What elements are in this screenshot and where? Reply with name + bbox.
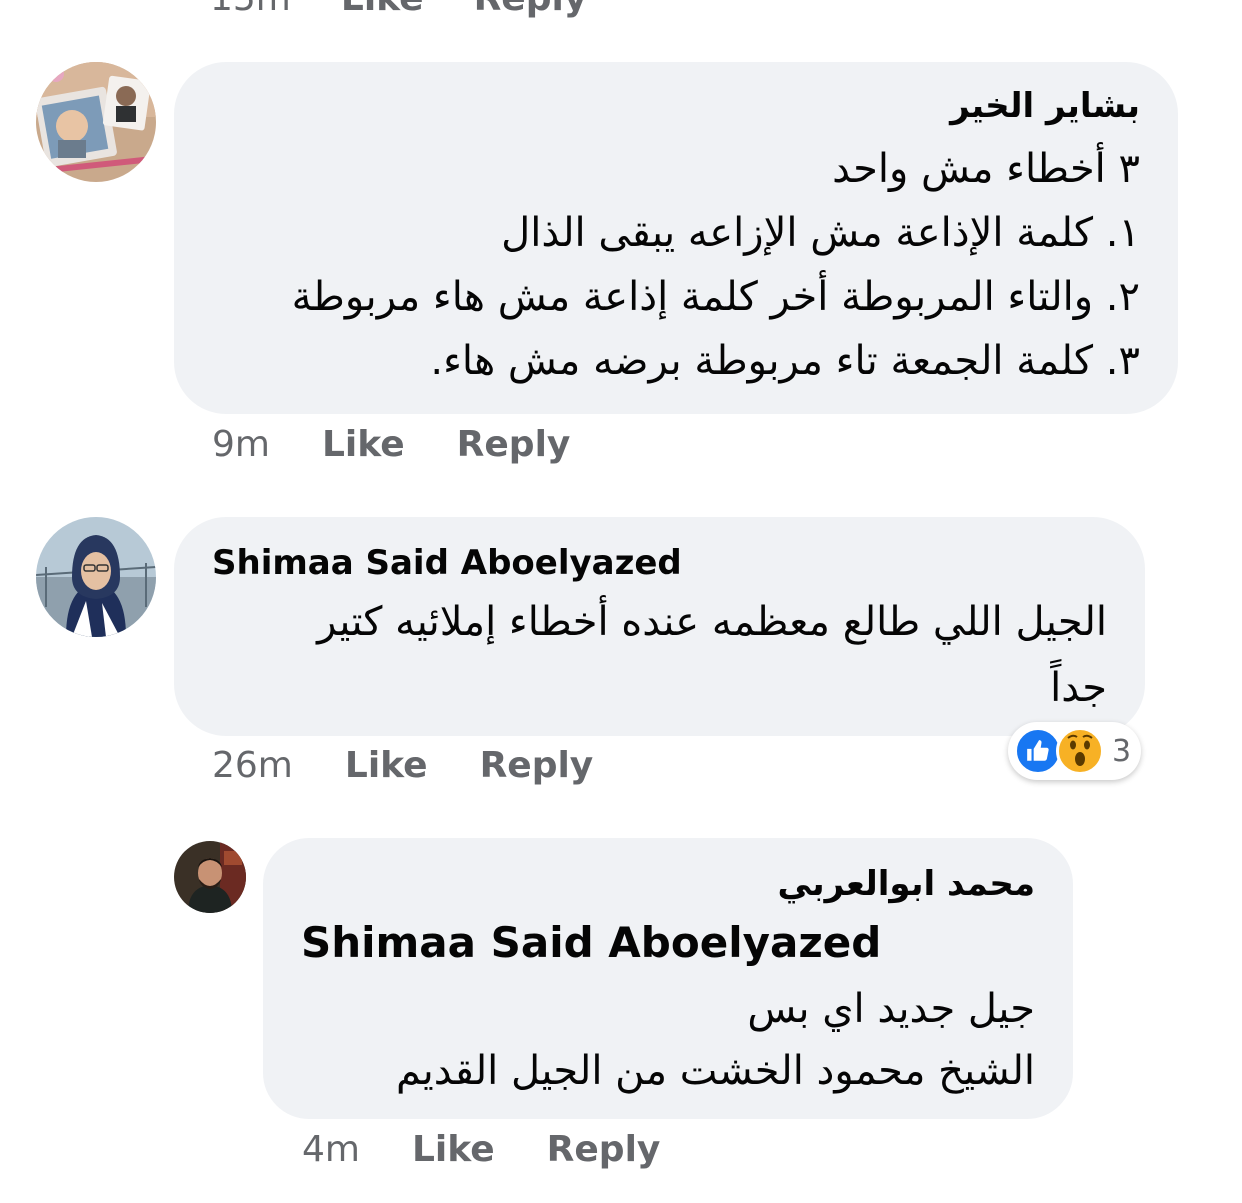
comment-text-line: ٣ أخطاء مش واحد [832, 146, 1140, 192]
comment-actions: 9m Like Reply [212, 424, 622, 465]
avatar-image [36, 517, 156, 637]
comment-bubble: بشاير الخير ٣ أخطاء مش واحد ١. كلمة الإذ… [174, 62, 1178, 414]
comment-time[interactable]: 9m [212, 424, 270, 465]
comment-actions: 26m Like Reply [212, 745, 645, 786]
comment-actions: 4m Like Reply [302, 1129, 712, 1170]
comment-text-line: الشيخ محمود الخشت من الجيل القديم [395, 1048, 1035, 1094]
avatar-image [174, 841, 246, 913]
avatar[interactable] [36, 62, 156, 182]
avatar[interactable] [174, 841, 246, 913]
like-icon [1014, 727, 1062, 775]
like-button[interactable]: Like [322, 424, 405, 465]
comment-author[interactable]: محمد ابوالعربي [778, 864, 1036, 904]
previous-comment-time: 15m [210, 0, 291, 19]
reactions-summary[interactable]: 3 [1008, 722, 1142, 780]
reaction-count: 3 [1112, 733, 1132, 769]
comment-text-line: الجيل اللي طالع معظمه عنده أخطاء إملائيه… [317, 599, 1107, 645]
previous-comment-like-button[interactable]: Like [341, 0, 424, 19]
avatar[interactable] [36, 517, 156, 637]
comment-text-line: جداً [1050, 665, 1107, 711]
comment-time[interactable]: 4m [302, 1129, 360, 1170]
comment-text-line: ١. كلمة الإذاعة مش الإزاعه يبقى الذال [501, 210, 1140, 256]
reply-button[interactable]: Reply [457, 424, 571, 465]
comment-bubble: Shimaa Said Aboelyazed الجيل اللي طالع م… [174, 517, 1145, 736]
reply-button[interactable]: Reply [547, 1129, 661, 1170]
comment-text-line: جيل جديد اي بس [747, 986, 1035, 1032]
reply-button[interactable]: Reply [480, 745, 594, 786]
comment-text-line: ٣. كلمة الجمعة تاء مربوطة برضه مش هاء. [430, 338, 1140, 384]
comment-author[interactable]: Shimaa Said Aboelyazed [212, 543, 682, 583]
comment-author[interactable]: بشاير الخير [950, 86, 1140, 126]
like-button[interactable]: Like [412, 1129, 495, 1170]
mention-tag[interactable]: Shimaa Said Aboelyazed [301, 918, 881, 967]
reply-bubble: محمد ابوالعربي Shimaa Said Aboelyazed جي… [263, 838, 1073, 1119]
wow-icon [1056, 727, 1104, 775]
previous-comment-reply-button[interactable]: Reply [474, 0, 588, 19]
comment-text-line: ٢. والتاء المربوطة أخر كلمة إذاعة مش هاء… [291, 274, 1140, 320]
like-button[interactable]: Like [345, 745, 428, 786]
previous-comment-actions: 15m Like Reply [210, 0, 588, 19]
avatar-image [36, 62, 156, 182]
comment-time[interactable]: 26m [212, 745, 293, 786]
